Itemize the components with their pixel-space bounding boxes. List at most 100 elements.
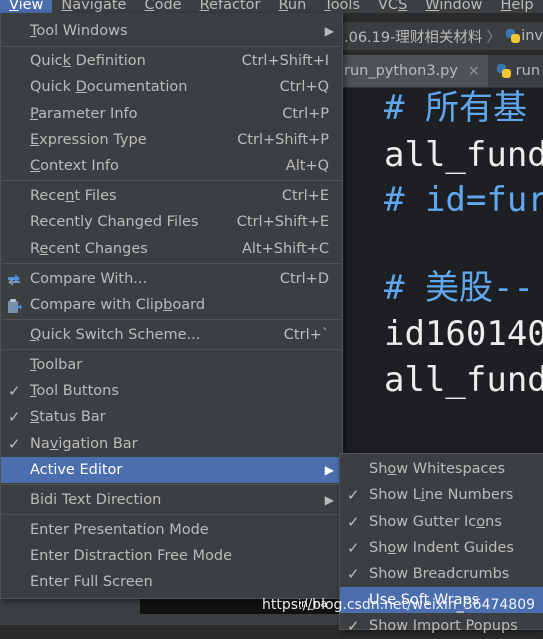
menu-item-compare-with[interactable]: Compare With... Ctrl+D [1,266,342,292]
menu-item-active-editor[interactable]: Active Editor ▶ [1,457,342,483]
view-menu: Tool Windows ▶ Quick Definition Ctrl+Shi… [0,13,343,599]
menu-item-shortcut: Ctrl+Shift+P [237,132,329,148]
menu-item-label: Enter Presentation Mode [30,522,209,538]
menu-item-label: Recent Changes [30,241,148,257]
menu-vcs-mnemonic: S [398,0,408,13]
breadcrumb-file[interactable]: inv [521,28,543,44]
tab-label: run_python3.py [344,63,458,79]
menu-view[interactable]: View [0,0,53,13]
menu-code-mnemonic: C [144,0,155,13]
menu-item-label: Active Editor [30,462,123,478]
menu-item-label: Context Info [30,158,119,174]
menu-help-mnemonic: H [500,0,512,13]
menu-item-presentation-mode[interactable]: Enter Presentation Mode [1,517,342,543]
menu-item-show-indent-guides[interactable]: ✓ Show Indent Guides [340,535,543,561]
menu-item-label: Compare With... [30,271,148,287]
menu-item-bidi-text-direction[interactable]: Bidi Text Direction ▶ [1,487,342,513]
menu-item-label: Bidi Text Direction [30,492,162,508]
menu-run-label: un [287,0,307,13]
clipboard-compare-icon [8,299,22,313]
menu-item-label: Enter Full Screen [30,574,153,590]
menu-item-tool-buttons[interactable]: ✓ Tool Buttons [1,378,342,404]
breadcrumb-separator: 〉 [486,29,501,46]
menu-item-label: Expression Type [30,132,147,148]
menu-item-context-info[interactable]: Context Info Alt+Q [1,153,342,179]
menu-help[interactable]: Help [491,0,542,13]
menu-view-mnemonic: V [9,0,19,13]
tab-run-python3[interactable]: run_python3.py × [336,55,488,87]
checkmark-icon: ✓ [8,435,21,453]
menu-item-full-screen[interactable]: Enter Full Screen [1,569,342,595]
menu-item-expression-type[interactable]: Expression Type Ctrl+Shift+P [1,127,342,153]
code-line: all_fund [384,360,543,400]
menu-item-quick-documentation[interactable]: Quick Documentation Ctrl+Q [1,74,342,100]
tab-run[interactable]: run [488,55,543,87]
menu-item-label: Recent Files [30,188,117,204]
menu-item-label: Status Bar [30,409,106,425]
menu-help-label: elp [511,0,534,13]
navigation-bar: .06.19-理财相关材料 〉 inv [336,22,543,51]
code-line: # id=fur [384,180,543,220]
watermark-url: https://blog.csdn.net/weixin_36474809 [262,597,536,613]
tab-label: run [515,63,541,79]
menu-item-show-line-numbers[interactable]: ✓ Show Line Numbers [340,482,543,508]
menu-separator [2,319,341,320]
menu-item-tool-windows[interactable]: Tool Windows ▶ [1,18,342,44]
menu-item-show-whitespaces[interactable]: Show Whitespaces [340,456,543,482]
menu-item-label: Navigation Bar [30,436,138,452]
menu-item-shortcut: Alt+Q [285,158,329,174]
menu-item-label: Show Breadcrumbs [369,566,510,582]
menu-item-label: Recently Changed Files [30,214,199,230]
menu-refactor-label: efactor [209,0,261,13]
menu-separator [2,349,341,350]
menu-refactor-mnemonic: R [199,0,210,13]
checkmark-icon: ✓ [8,382,21,400]
menu-vcs[interactable]: VCS [369,0,416,13]
menu-navigate-label: avigate [72,0,127,13]
menu-item-show-import-popups[interactable]: ✓ Show Import Popups [340,613,543,639]
menu-separator [2,484,341,485]
menu-item-recently-changed-files[interactable]: Recently Changed Files Ctrl+Shift+E [1,209,342,235]
menu-window-label: indow [439,0,483,13]
chevron-right-icon: ▶ [324,493,334,507]
menu-item-quick-definition[interactable]: Quick Definition Ctrl+Shift+I [1,48,342,74]
compare-icon [8,274,20,286]
chevron-right-icon: ▶ [324,463,334,477]
menu-item-parameter-info[interactable]: Parameter Info Ctrl+P [1,101,342,127]
menu-run-mnemonic: R [278,0,288,13]
breadcrumb-folder[interactable]: .06.19-理财相关材料 [336,26,482,47]
menu-item-show-breadcrumbs[interactable]: ✓ Show Breadcrumbs [340,561,543,587]
editor-tabs: run_python3.py × run [336,55,543,88]
menu-item-label: Show Indent Guides [369,540,514,556]
menu-run[interactable]: Run [269,0,315,13]
menu-refactor[interactable]: Refactor [191,0,270,13]
menu-item-recent-files[interactable]: Recent Files Ctrl+E [1,183,342,209]
menu-item-quick-switch-scheme[interactable]: Quick Switch Scheme... Ctrl+` [1,322,342,348]
menu-window[interactable]: Window [416,0,491,13]
menu-item-label: Compare with Clipboard [30,297,206,313]
menu-tools-label: ools [330,0,361,13]
menu-bar: View Navigate Code Refactor Run Tools VC… [0,0,543,13]
menu-separator [2,46,341,47]
menu-item-navigation-bar[interactable]: ✓ Navigation Bar [1,431,342,457]
menu-item-shortcut: Alt+Shift+C [241,241,329,257]
menu-item-recent-changes[interactable]: Recent Changes Alt+Shift+C [1,236,342,262]
menu-view-label: iew [18,0,44,13]
menu-item-label: Show Whitespaces [369,461,506,477]
menu-item-compare-with-clipboard[interactable]: Compare with Clipboard [1,292,342,318]
menu-navigate[interactable]: Navigate [52,0,135,13]
menu-code[interactable]: Code [135,0,190,13]
code-line: # 美股-- [384,268,534,308]
menu-item-distraction-free-mode[interactable]: Enter Distraction Free Mode [1,543,342,569]
menu-vcs-label: VC [378,0,399,13]
menu-item-label: Quick Documentation [30,79,188,95]
close-icon[interactable]: × [468,63,480,79]
menu-item-status-bar[interactable]: ✓ Status Bar [1,404,342,430]
menu-separator [2,263,341,264]
code-line: all_fund [384,135,543,175]
checkmark-icon: ✓ [347,486,360,504]
menu-item-shortcut: Ctrl+` [283,327,329,343]
menu-tools[interactable]: Tools [315,0,369,13]
menu-item-toolbar[interactable]: Toolbar [1,352,342,378]
menu-item-show-gutter-icons[interactable]: ✓ Show Gutter Icons [340,509,543,535]
